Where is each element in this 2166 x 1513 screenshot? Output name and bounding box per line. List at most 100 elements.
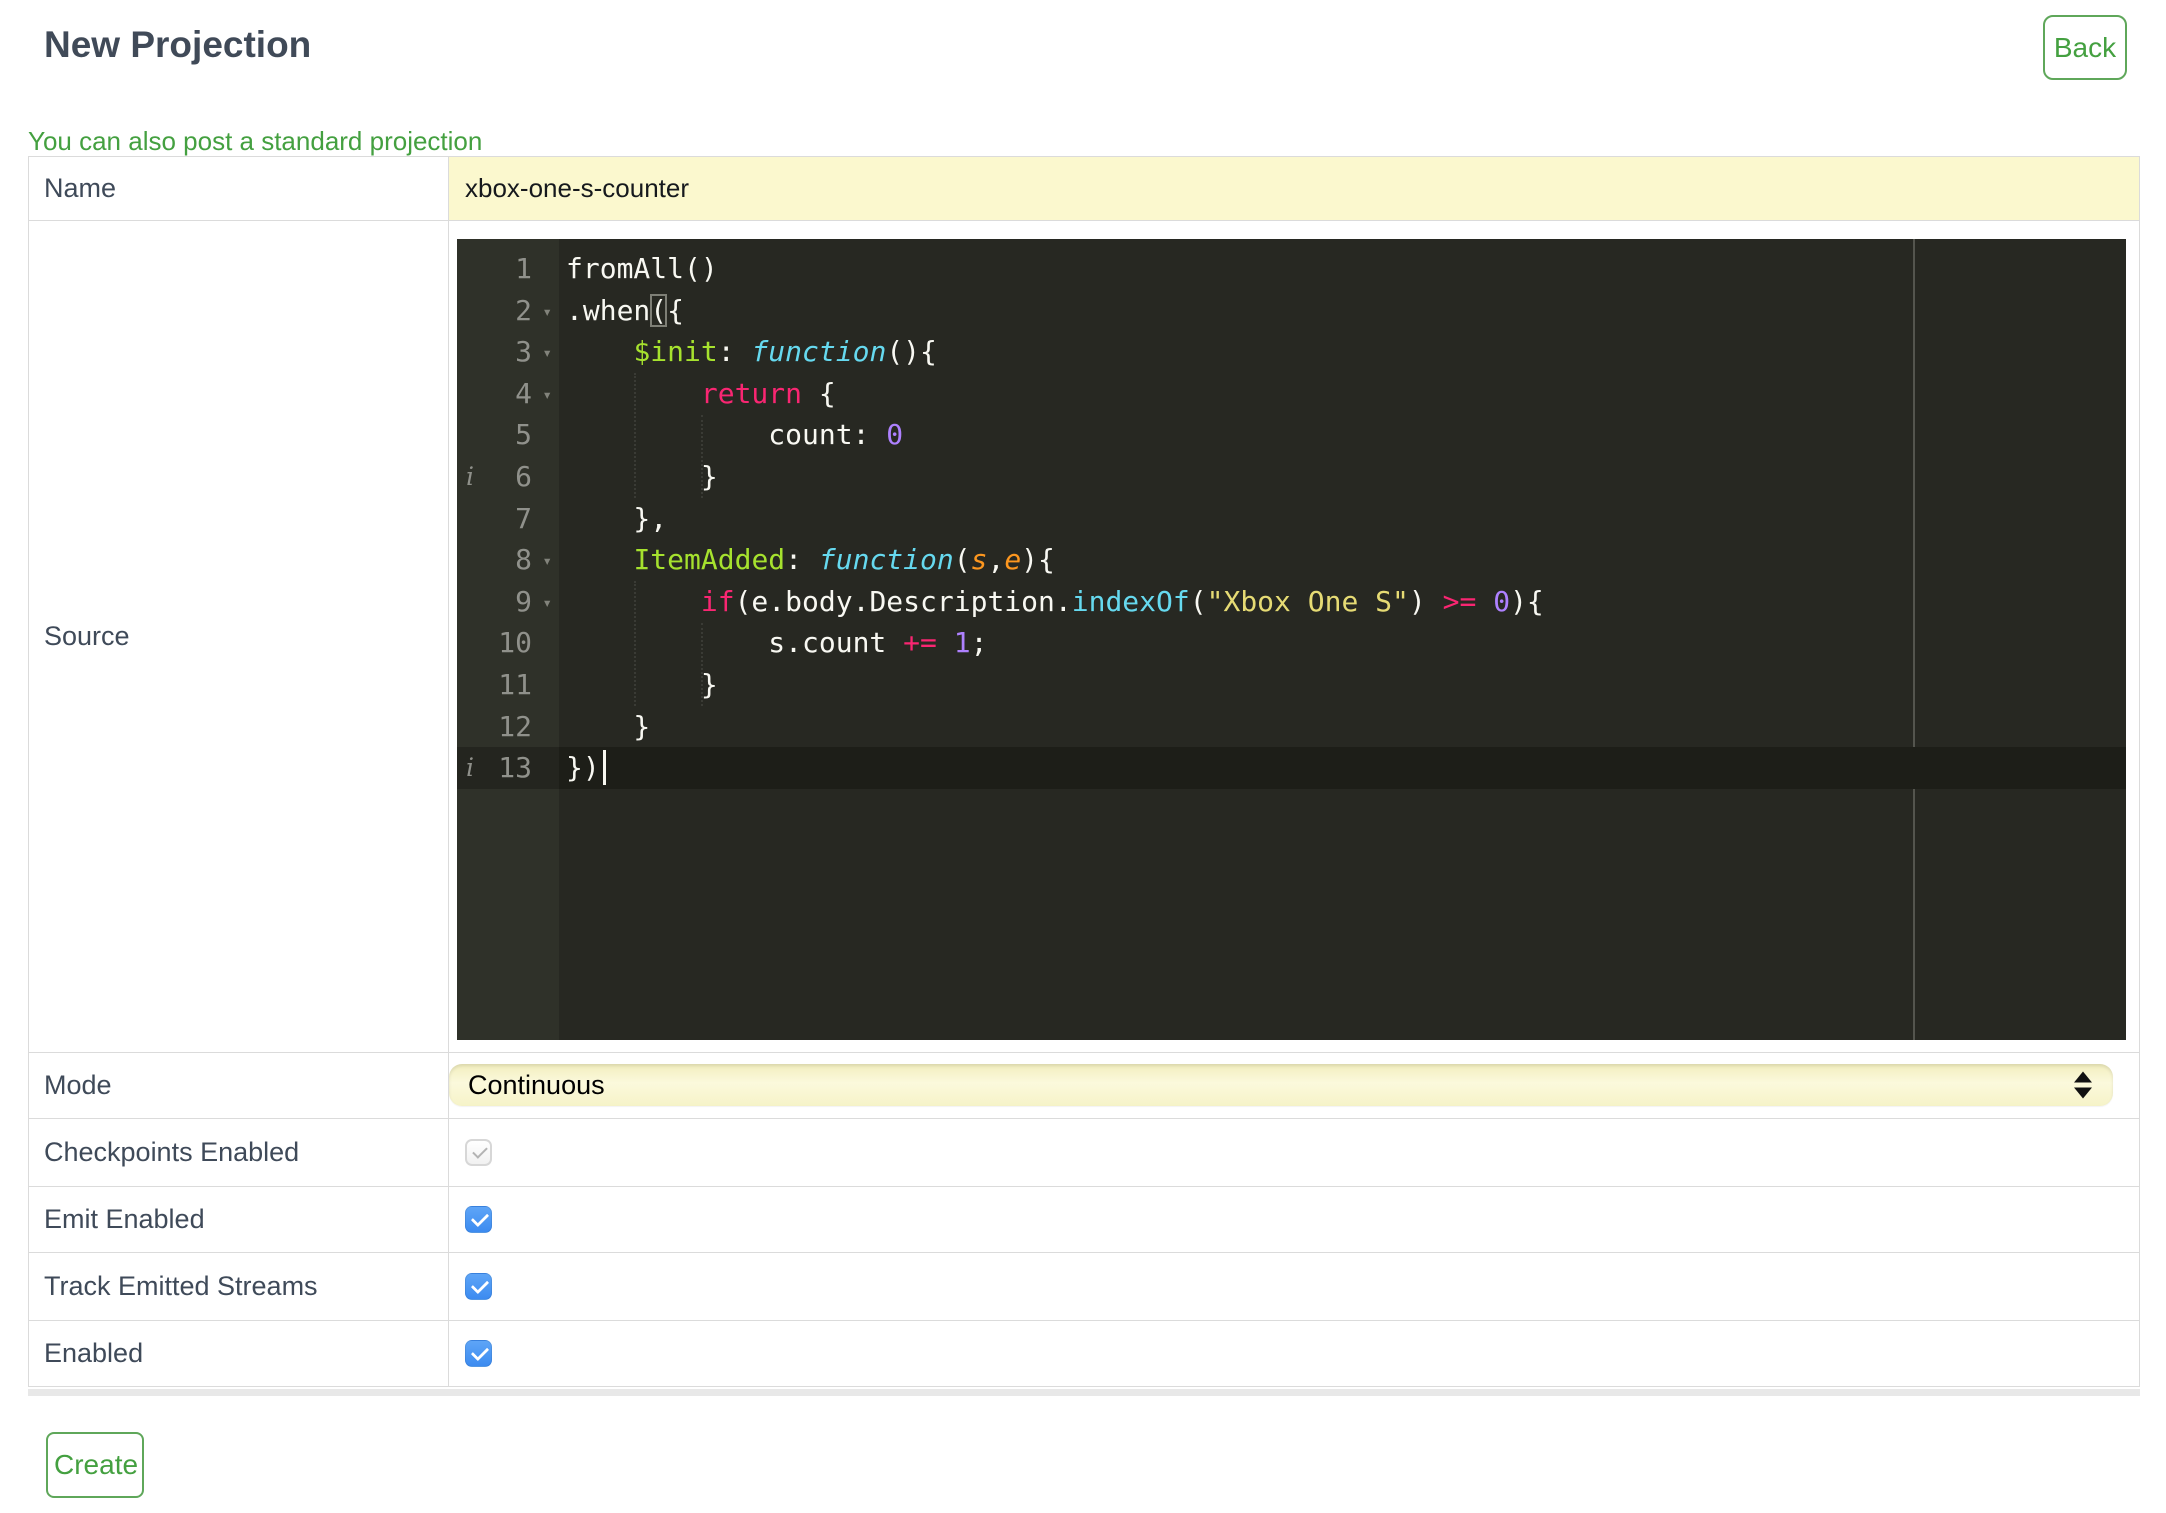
gutter-line: 2 ▾ bbox=[457, 290, 559, 332]
code-token: ){ bbox=[1021, 543, 1055, 577]
code-line: if(e.body.Description.indexOf("Xbox One … bbox=[559, 581, 2126, 623]
gutter-line: 10 bbox=[457, 622, 559, 664]
create-button[interactable]: Create bbox=[46, 1432, 144, 1498]
gutter-line: i6 bbox=[457, 456, 559, 498]
name-label: Name bbox=[29, 157, 449, 220]
code-line: } bbox=[559, 456, 2126, 498]
code-line: $init: function(){ bbox=[559, 331, 2126, 373]
fold-toggle-icon[interactable]: ▾ bbox=[542, 374, 552, 416]
fold-toggle-icon[interactable]: ▾ bbox=[542, 540, 552, 582]
code-token: $init bbox=[633, 335, 718, 369]
code-token: , bbox=[987, 543, 1005, 577]
code-token: function bbox=[751, 335, 887, 369]
emit-checkbox[interactable] bbox=[465, 1206, 492, 1233]
checkpoints-row: Checkpoints Enabled bbox=[29, 1119, 2139, 1187]
code-token: { bbox=[667, 293, 685, 327]
fold-toggle-icon[interactable]: ▾ bbox=[542, 582, 552, 624]
code-line: } bbox=[559, 706, 2126, 748]
code-token: s bbox=[970, 543, 988, 577]
code-token: ( bbox=[650, 293, 668, 327]
gutter-line: 9 ▾ bbox=[457, 581, 559, 623]
text-cursor bbox=[603, 750, 606, 785]
code-token: e bbox=[1004, 543, 1022, 577]
fold-toggle-icon[interactable]: ▾ bbox=[542, 291, 552, 333]
editor-code-area[interactable]: fromAll() .when({ $init: function(){ retu… bbox=[559, 239, 2126, 1040]
checkpoints-checkbox bbox=[465, 1139, 492, 1166]
select-arrows-icon bbox=[2074, 1071, 2092, 1099]
enabled-label: Enabled bbox=[29, 1321, 449, 1386]
line-number: 6 bbox=[515, 459, 532, 493]
line-number: 13 bbox=[498, 751, 532, 785]
mode-row: Mode Continuous bbox=[29, 1053, 2139, 1119]
emit-value-cell bbox=[449, 1187, 2139, 1252]
emit-row: Emit Enabled bbox=[29, 1187, 2139, 1253]
code-token: 0 bbox=[1493, 584, 1511, 618]
code-token: } bbox=[566, 459, 718, 493]
code-token: ) bbox=[1408, 584, 1443, 618]
source-label: Source bbox=[29, 221, 449, 1052]
code-token: }, bbox=[566, 501, 668, 535]
code-token: function bbox=[818, 543, 954, 577]
code-line: }) bbox=[559, 747, 2126, 789]
code-token: ( bbox=[953, 543, 971, 577]
info-annotation-icon: i bbox=[466, 461, 474, 491]
code-token: return bbox=[700, 376, 803, 410]
page-title: New Projection bbox=[44, 24, 312, 65]
code-line: fromAll() bbox=[559, 248, 2126, 290]
source-row: Source 1 2 ▾ 3 ▾ 4 ▾ 5 i 6 7 8 ▾ 9 ▾ 10 11 12 i 13 fromAll(… bbox=[29, 221, 2139, 1053]
line-number: 8 bbox=[515, 543, 532, 577]
table-bottom-rule bbox=[28, 1389, 2140, 1396]
standard-projection-link[interactable]: You can also post a standard projection bbox=[28, 128, 2166, 154]
code-token: += bbox=[903, 626, 937, 660]
info-annotation-icon: i bbox=[466, 753, 474, 783]
line-number: 12 bbox=[498, 709, 532, 743]
editor-lines: fromAll() .when({ $init: function(){ retu… bbox=[559, 248, 2126, 789]
code-token: ){ bbox=[1510, 584, 1544, 618]
code-token: indexOf bbox=[1071, 584, 1190, 618]
mode-selected-value: Continuous bbox=[468, 1069, 605, 1100]
enabled-checkbox[interactable] bbox=[465, 1340, 492, 1367]
code-token: fromAll() bbox=[566, 252, 718, 285]
line-number: 11 bbox=[498, 667, 532, 701]
source-value-cell: 1 2 ▾ 3 ▾ 4 ▾ 5 i 6 7 8 ▾ 9 ▾ 10 11 12 i 13 fromAll() .when(… bbox=[449, 221, 2139, 1052]
code-token: ItemAdded bbox=[633, 543, 786, 577]
track-checkbox[interactable] bbox=[465, 1273, 492, 1300]
page-header: New Projection Back bbox=[0, 0, 2166, 128]
code-line: s.count += 1; bbox=[559, 622, 2126, 664]
code-token: .when bbox=[566, 293, 651, 327]
mode-value-cell: Continuous bbox=[449, 1053, 2139, 1118]
name-value-cell bbox=[449, 157, 2139, 220]
code-line: ItemAdded: function(s,e){ bbox=[559, 539, 2126, 581]
code-token: ; bbox=[970, 626, 988, 660]
code-line: .when({ bbox=[559, 290, 2126, 332]
fold-toggle-icon[interactable]: ▾ bbox=[542, 332, 552, 374]
code-token: "Xbox One S" bbox=[1206, 584, 1409, 618]
code-token: { bbox=[802, 376, 836, 410]
code-token: : bbox=[785, 543, 819, 577]
code-line: count: 0 bbox=[559, 414, 2126, 456]
code-token: (){ bbox=[886, 335, 937, 369]
code-token: }) bbox=[566, 751, 600, 785]
source-code-editor[interactable]: 1 2 ▾ 3 ▾ 4 ▾ 5 i 6 7 8 ▾ 9 ▾ 10 11 12 i 13 fromAll() .when(… bbox=[457, 239, 2126, 1040]
code-token: if bbox=[700, 584, 735, 618]
projection-form-table: Name Source 12▾3▾4▾5i678▾9▾101112i13 fro… bbox=[28, 156, 2140, 1387]
name-input[interactable] bbox=[449, 157, 2139, 220]
line-number: 2 bbox=[515, 293, 532, 327]
mode-select[interactable]: Continuous bbox=[449, 1064, 2113, 1106]
name-row: Name bbox=[29, 157, 2139, 221]
code-token: 1 bbox=[953, 626, 971, 660]
gutter-line: i 13 bbox=[457, 747, 559, 789]
editor-gutter: 1 2 ▾ 3 ▾ 4 ▾ 5 i 6 7 8 ▾ 9 ▾ 10 11 12 i 13 bbox=[457, 239, 559, 1040]
code-token: (e.body.Description. bbox=[734, 584, 1072, 618]
code-token: } bbox=[566, 667, 718, 701]
new-projection-page: New Projection Back You can also post a … bbox=[0, 0, 2166, 1513]
back-button[interactable]: Back bbox=[2043, 15, 2127, 80]
line-number: 3 bbox=[515, 335, 532, 369]
code-line: }, bbox=[559, 498, 2126, 540]
